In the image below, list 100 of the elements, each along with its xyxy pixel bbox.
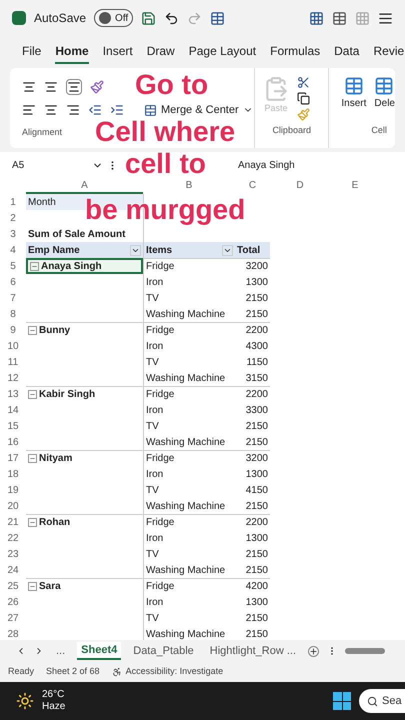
- table-cell-text: Items: [146, 244, 172, 258]
- collapse-icon[interactable]: [28, 454, 37, 463]
- table-cell-text: 1150: [246, 356, 268, 370]
- undo-icon[interactable]: [164, 10, 180, 26]
- accessibility-status[interactable]: Accessibility: Investigate: [112, 665, 224, 679]
- row-number: 18: [6, 468, 20, 482]
- table-icon: [344, 76, 364, 96]
- grid-icon[interactable]: [309, 10, 324, 26]
- autosave-toggle[interactable]: Off: [94, 9, 134, 27]
- collapse-icon[interactable]: [28, 518, 37, 527]
- table-cell-text: 1300: [246, 596, 268, 610]
- menu-tab[interactable]: Formulas: [270, 40, 320, 64]
- row-number: 16: [6, 436, 20, 450]
- annotation-text: be murgged: [85, 197, 246, 223]
- formula-field[interactable]: Anaya Singh: [238, 158, 295, 172]
- table-cell-text: 2150: [246, 564, 268, 578]
- table-icon[interactable]: [210, 10, 226, 26]
- table-cell-text: 3300: [246, 404, 268, 418]
- collapse-icon[interactable]: [28, 326, 37, 335]
- accessibility-icon: [112, 667, 122, 677]
- table-cell-text: TV: [146, 548, 159, 562]
- table-cell-text: 4150: [246, 484, 268, 498]
- save-icon[interactable]: [141, 10, 156, 26]
- align-center-icon[interactable]: [44, 103, 58, 117]
- sheet-tab[interactable]: ...: [52, 642, 70, 660]
- table-cell-text: TV: [146, 420, 159, 434]
- collapse-icon[interactable]: [28, 582, 37, 591]
- menu-tab[interactable]: File: [22, 40, 42, 64]
- row-number: 15: [6, 420, 20, 434]
- horizontal-scrollbar[interactable]: [345, 648, 386, 654]
- collapse-icon[interactable]: [28, 390, 37, 399]
- column-header[interactable]: B: [143, 178, 235, 194]
- row-number: 7: [9, 292, 17, 306]
- table-cell-text: 2200: [246, 324, 268, 338]
- row-number: 26: [6, 596, 20, 610]
- table-cell-text: Emp Name: [28, 244, 80, 258]
- merge-center-button[interactable]: Merge & Center: [144, 102, 253, 118]
- row-number: 24: [6, 564, 20, 578]
- column-header[interactable]: E: [330, 178, 380, 194]
- menu-tab[interactable]: Page Layout: [188, 40, 256, 64]
- table-cell-text: 2150: [246, 420, 268, 434]
- group-label: Alignment: [22, 126, 62, 139]
- menu-tab[interactable]: Revie: [373, 40, 404, 64]
- table-cell-text: TV: [146, 612, 159, 626]
- cut-icon[interactable]: [297, 76, 310, 89]
- row-number: 17: [6, 452, 20, 466]
- excel-logo-icon: [12, 11, 26, 25]
- table-cell-text: Iron: [146, 596, 164, 610]
- sheet-tab[interactable]: Data_Ptable: [129, 642, 198, 660]
- indent-increase-icon[interactable]: [110, 103, 124, 117]
- menu-tab[interactable]: Home: [55, 40, 89, 64]
- table-cell-text: 2150: [246, 612, 268, 626]
- table-cell-text: Washing Machine: [146, 436, 226, 450]
- table-cell-text: Fridge: [146, 260, 174, 274]
- name-box[interactable]: A5: [12, 158, 92, 172]
- table-cell-text: 1300: [246, 532, 268, 546]
- status-text: Ready: [8, 665, 34, 678]
- annotation-text: Go to: [135, 72, 208, 98]
- menu-tab[interactable]: Data: [334, 40, 360, 64]
- delete-cells-button[interactable]: Dele: [374, 76, 395, 124]
- row-number: 13: [6, 388, 20, 402]
- sheet-tab[interactable]: Sheet4: [77, 642, 122, 660]
- menu-tab[interactable]: Draw: [146, 40, 175, 64]
- table-cell-text: 2200: [246, 516, 268, 530]
- column-header[interactable]: C: [235, 178, 270, 194]
- align-icon[interactable]: [378, 10, 393, 26]
- row-number: 6: [9, 276, 17, 290]
- table-cell-text: 3150: [246, 372, 268, 386]
- insert-cells-button[interactable]: Insert: [341, 76, 366, 124]
- annotation-text: cell to: [125, 151, 206, 177]
- table-cell-text: Iron: [146, 532, 164, 546]
- table-cell-text: Nityam: [39, 452, 72, 466]
- table-cell-text: Fridge: [146, 516, 174, 530]
- filter-dropdown-icon[interactable]: [130, 244, 141, 256]
- align-top-icon[interactable]: [22, 80, 36, 94]
- menu-tab[interactable]: Insert: [102, 40, 133, 64]
- table-cell-text: Washing Machine: [146, 564, 226, 578]
- filter-dropdown-icon[interactable]: [222, 244, 233, 256]
- table-cell-text: 4300: [246, 340, 268, 354]
- table-icon[interactable]: [332, 10, 347, 26]
- temperature-text: 26°C: [42, 688, 66, 701]
- indent-decrease-icon[interactable]: [88, 103, 102, 117]
- table-cell-text: 1300: [246, 276, 268, 290]
- align-middle-icon[interactable]: [44, 80, 58, 94]
- align-right-icon[interactable]: [66, 103, 80, 117]
- add-sheet-icon[interactable]: [308, 646, 320, 656]
- sheet-tab[interactable]: Hightlight_Row ...: [206, 642, 300, 660]
- align-left-icon[interactable]: [22, 103, 36, 117]
- taskbar-search-field[interactable]: Sea: [359, 689, 405, 713]
- collapse-icon[interactable]: [30, 262, 39, 270]
- copy-icon[interactable]: [297, 92, 310, 105]
- table-cell-text: Fridge: [146, 580, 174, 594]
- row-number: 25: [6, 580, 20, 594]
- autosave-label: AutoSave: [34, 10, 86, 27]
- start-icon[interactable]: [333, 692, 351, 710]
- column-header[interactable]: D: [270, 178, 330, 194]
- row-number: 19: [6, 484, 20, 498]
- table-cell-text: 2150: [246, 548, 268, 562]
- table-cell-text: Sum of Sale Amount: [28, 228, 126, 242]
- align-bottom-icon[interactable]: [66, 79, 82, 95]
